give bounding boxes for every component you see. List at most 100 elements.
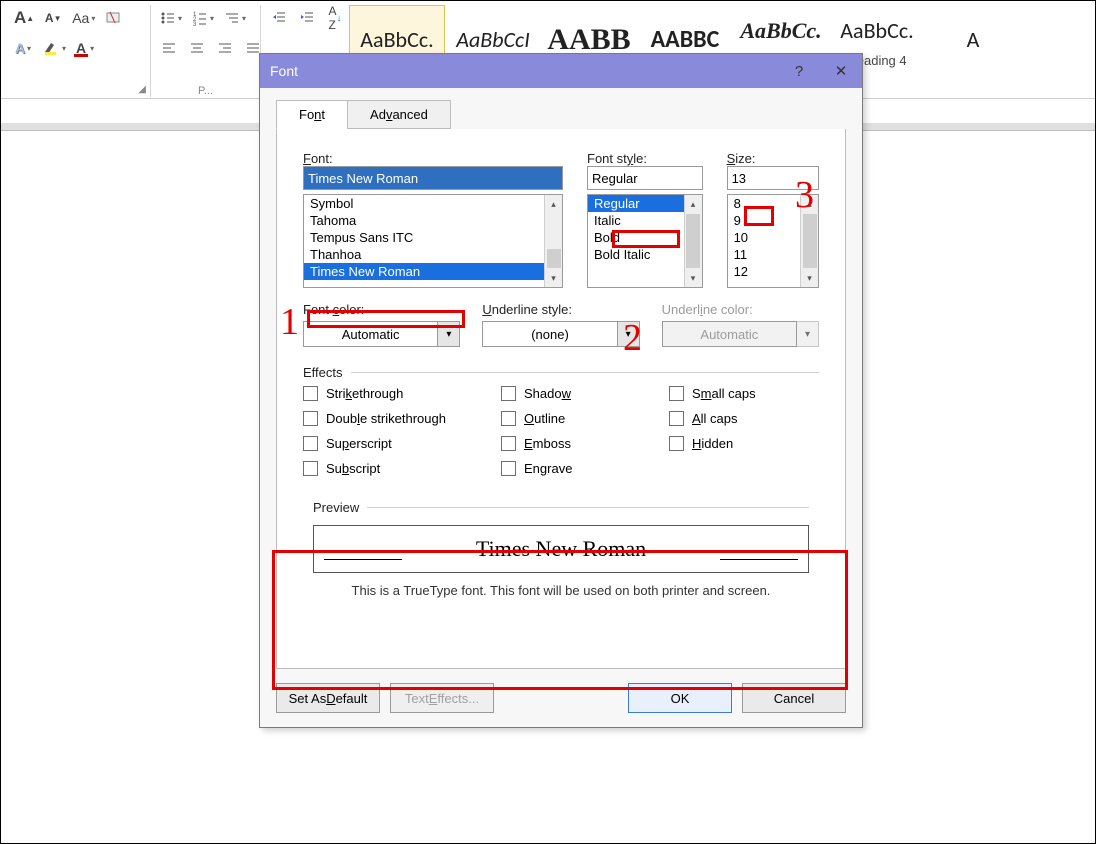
close-icon: ✕ [835, 62, 848, 80]
style-list-item[interactable]: Regular [588, 195, 684, 212]
dialog-button-row: Set As Default Text Effects... OK Cancel [260, 669, 862, 727]
style-sample: AaBbCc. [840, 13, 913, 49]
cancel-button[interactable]: Cancel [742, 683, 846, 713]
scroll-up-icon[interactable]: ▴ [545, 195, 562, 213]
font-color-value: Automatic [342, 327, 400, 342]
ribbon-group-paragraph: ▾ 123▾ ▾ P... [151, 5, 261, 97]
highlight-button[interactable]: ▾ [39, 35, 69, 61]
preview-description: This is a TrueType font. This font will … [313, 583, 809, 598]
style-scrollbar[interactable]: ▴ ▾ [684, 195, 702, 287]
chevron-down-icon[interactable]: ▾ [438, 321, 460, 347]
font-list-item[interactable]: Thanhoa [304, 246, 544, 263]
multilevel-icon [224, 10, 240, 26]
style-gallery-item[interactable]: A [925, 5, 1021, 75]
tab-font[interactable]: Font [276, 100, 348, 129]
engrave-checkbox[interactable]: Engrave [501, 461, 651, 476]
scroll-down-icon[interactable]: ▾ [545, 269, 562, 287]
hidden-checkbox[interactable]: Hidden [669, 436, 756, 451]
font-name-input[interactable] [303, 166, 563, 190]
ok-button[interactable]: OK [628, 683, 732, 713]
sort-button[interactable]: AZ↓ [323, 5, 347, 31]
align-center-button[interactable] [185, 35, 209, 61]
double-strikethrough-checkbox[interactable]: Double strikethrough [303, 411, 483, 426]
font-list-item[interactable]: Tempus Sans ITC [304, 229, 544, 246]
set-as-default-button[interactable]: Set As Default [276, 683, 380, 713]
font-color-label: Font color: [303, 302, 460, 317]
dialog-tabs: Font Advanced [276, 100, 862, 129]
underline-color-value: Automatic [700, 327, 758, 342]
style-list-item[interactable]: Bold Italic [588, 246, 684, 263]
style-list-item[interactable]: Italic [588, 212, 684, 229]
emboss-checkbox[interactable]: Emboss [501, 436, 651, 451]
font-scrollbar[interactable]: ▴ ▾ [544, 195, 562, 287]
font-color-dropdown[interactable]: Automatic ▾ [303, 321, 460, 347]
text-effects-button[interactable]: A▾ [11, 35, 35, 61]
font-color-button[interactable]: A▾ [73, 35, 97, 61]
style-sample: A [967, 22, 980, 58]
font-listbox[interactable]: SymbolTahomaTempus Sans ITCThanhoaTimes … [303, 194, 563, 288]
dialog-title: Font [270, 63, 298, 79]
help-button[interactable]: ? [778, 54, 820, 88]
size-list-item[interactable]: 9 [728, 212, 800, 229]
style-sample: AaBbCc. [740, 13, 821, 49]
scroll-thumb[interactable] [803, 214, 817, 268]
font-group-launcher[interactable]: ◢ [138, 84, 146, 95]
all-caps-checkbox[interactable]: All caps [669, 411, 756, 426]
preview-section: Preview Times New Roman This is a TrueTy… [303, 494, 819, 608]
tab-advanced[interactable]: Advanced [347, 100, 451, 129]
change-case-button[interactable]: Aa▾ [69, 5, 98, 31]
multilevel-list-button[interactable]: ▾ [221, 5, 249, 31]
svg-text:3: 3 [193, 22, 197, 26]
increase-indent-button[interactable] [295, 5, 319, 31]
bullets-button[interactable]: ▾ [157, 5, 185, 31]
preview-box: Times New Roman [313, 525, 809, 573]
numbering-icon: 123 [192, 10, 208, 26]
text-effects-button-dialog: Text Effects... [390, 683, 494, 713]
font-list-item[interactable]: Times New Roman [304, 263, 544, 280]
preview-label: Preview [313, 500, 359, 515]
subscript-checkbox[interactable]: Subscript [303, 461, 483, 476]
close-button[interactable]: ✕ [820, 54, 862, 88]
scroll-thumb[interactable] [686, 214, 700, 268]
size-list-item[interactable]: 11 [728, 246, 800, 263]
superscript-checkbox[interactable]: Superscript [303, 436, 483, 451]
font-label: Font: [303, 151, 563, 166]
paragraph-group-label-trunc: P... [151, 85, 260, 97]
dialog-titlebar[interactable]: Font ? ✕ [260, 54, 862, 88]
effects-label: Effects [303, 365, 343, 380]
size-list-item[interactable]: 10 [728, 229, 800, 246]
font-style-input[interactable] [587, 166, 703, 190]
grow-font-button[interactable]: A▲ [11, 5, 37, 31]
shrink-font-button[interactable]: A▼ [41, 5, 65, 31]
font-style-listbox[interactable]: RegularItalicBoldBold Italic ▴ ▾ [587, 194, 703, 288]
preview-text: Times New Roman [476, 536, 646, 562]
eraser-icon [105, 9, 123, 27]
strikethrough-checkbox[interactable]: Strikethrough [303, 386, 483, 401]
shadow-checkbox[interactable]: Shadow [501, 386, 651, 401]
scroll-up-icon[interactable]: ▴ [685, 195, 702, 213]
size-list-item[interactable]: 12 [728, 263, 800, 280]
font-list-item[interactable]: Tahoma [304, 212, 544, 229]
scroll-thumb[interactable] [547, 249, 561, 268]
align-right-button[interactable] [213, 35, 237, 61]
small-caps-checkbox[interactable]: Small caps [669, 386, 756, 401]
scroll-down-icon[interactable]: ▾ [685, 269, 702, 287]
underline-style-label: Underline style: [482, 302, 639, 317]
ribbon-group-font: A▲ A▼ Aa▾ A▾ ▾ A▾ ◢ [5, 5, 151, 97]
scroll-down-icon[interactable]: ▾ [801, 269, 818, 287]
align-left-icon [161, 40, 177, 56]
dec-indent-icon [271, 10, 287, 26]
size-list-item[interactable]: 8 [728, 195, 800, 212]
underline-style-dropdown[interactable]: (none) ▾ [482, 321, 639, 347]
inc-indent-icon [299, 10, 315, 26]
align-center-icon [189, 40, 205, 56]
align-left-button[interactable] [157, 35, 181, 61]
numbering-button[interactable]: 123▾ [189, 5, 217, 31]
style-list-item[interactable]: Bold [588, 229, 684, 246]
clear-formatting-button[interactable] [102, 5, 126, 31]
underline-style-value: (none) [531, 327, 569, 342]
outline-checkbox[interactable]: Outline [501, 411, 651, 426]
font-style-label: Font style: [587, 151, 703, 166]
decrease-indent-button[interactable] [267, 5, 291, 31]
font-list-item[interactable]: Symbol [304, 195, 544, 212]
